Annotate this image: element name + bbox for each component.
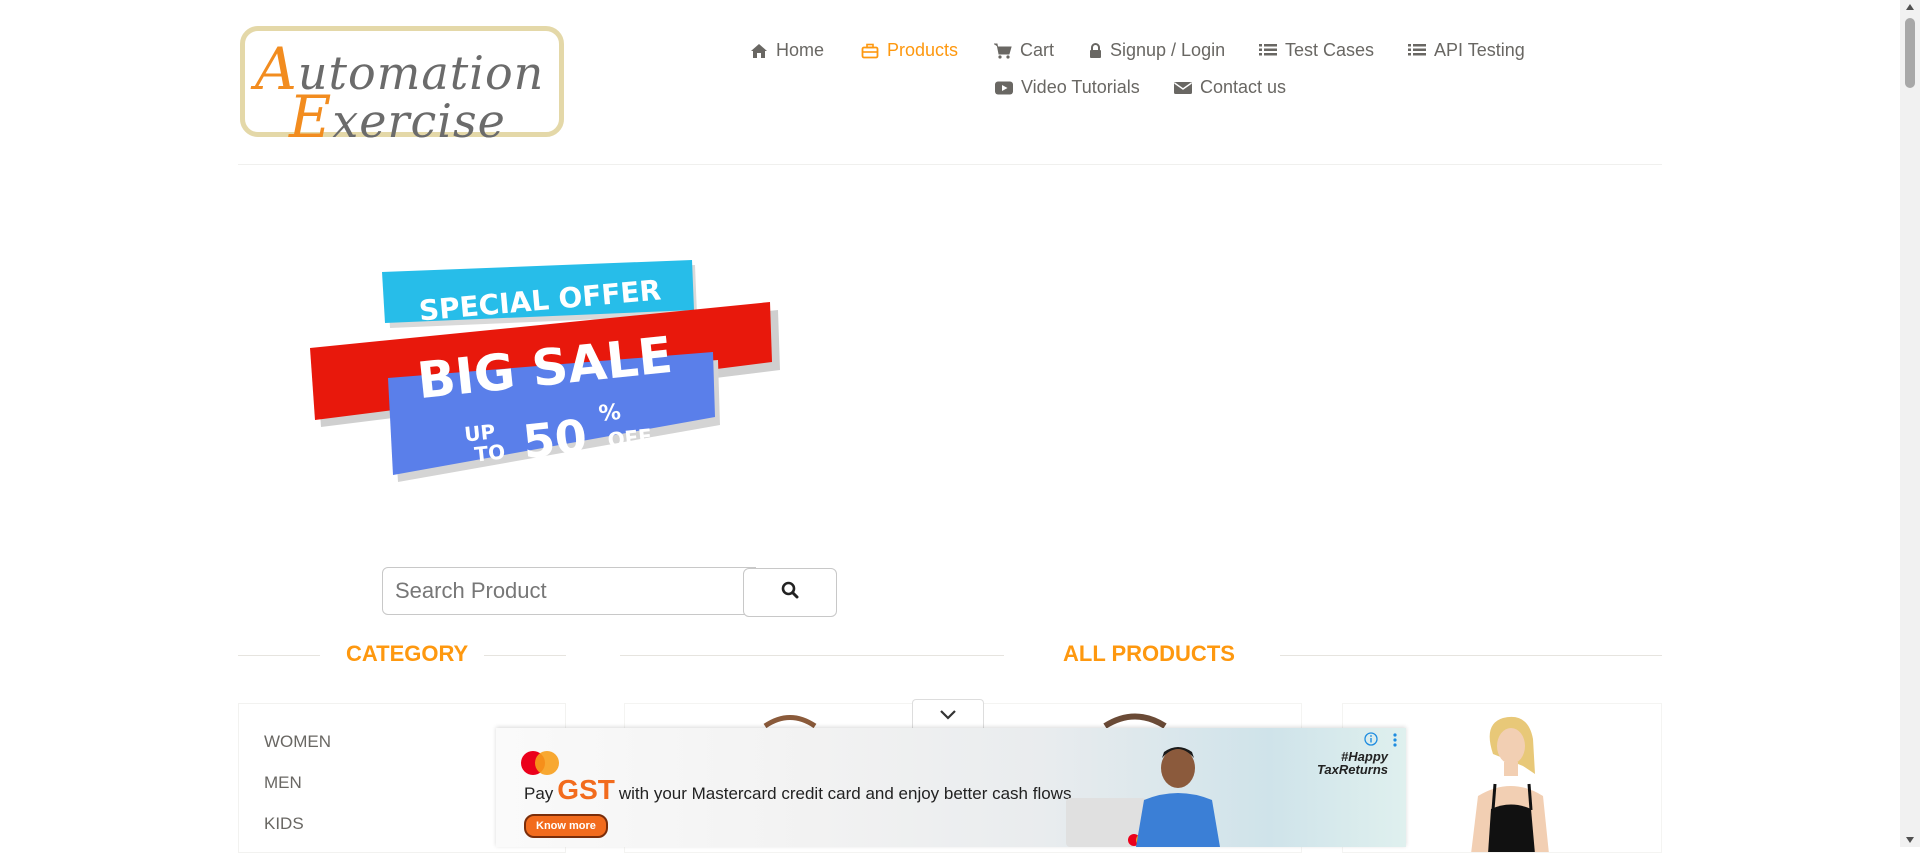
chevron-down-icon	[939, 708, 957, 726]
home-icon	[750, 43, 768, 59]
category-kids[interactable]: KIDS	[264, 814, 304, 834]
category-title-line-right	[484, 655, 566, 656]
category-men[interactable]: MEN	[264, 773, 302, 793]
site-logo[interactable]: Automation Exercise	[240, 26, 564, 151]
ad-banner[interactable]: Pay GST with your Mastercard credit card a…	[496, 728, 1406, 847]
nav-home[interactable]: Home	[750, 40, 824, 61]
sale-off-text: OFF	[606, 424, 653, 453]
youtube-icon	[995, 80, 1013, 96]
ad-more-options-icon[interactable]	[1392, 732, 1398, 753]
ad-person-image	[1066, 747, 1220, 847]
header-divider	[238, 164, 1662, 165]
ad-hashtag: #Happy TaxReturns	[1316, 749, 1388, 777]
category-title: CATEGORY	[346, 641, 469, 666]
ad-headline: Pay GST with your Mastercard credit card a…	[524, 774, 1072, 805]
ad-know-more-button[interactable]: Know more	[524, 814, 608, 838]
sale-percent-sign: %	[598, 400, 623, 427]
scroll-down-icon	[1906, 837, 1914, 843]
list-icon	[1408, 43, 1426, 59]
products-title-line-right	[1280, 655, 1662, 656]
scrollbar-thumb[interactable]	[1905, 18, 1915, 88]
nav-video-tutorials[interactable]: Video Tutorials	[995, 77, 1140, 98]
products-title-line-left	[620, 655, 1004, 656]
nav-products[interactable]: Products	[861, 40, 958, 61]
search-icon	[781, 581, 799, 604]
briefcase-icon	[861, 43, 879, 59]
sale-banner: SPECIAL OFFER BIG SALE UP TO 50 % OFF	[300, 260, 800, 490]
search-input[interactable]	[382, 567, 756, 615]
sale-percent-text: 50	[520, 409, 589, 469]
scroll-up-icon	[1906, 4, 1914, 10]
category-title-line-left	[238, 655, 320, 656]
envelope-icon	[1174, 80, 1192, 96]
nav-cart[interactable]: Cart	[994, 40, 1054, 61]
search-button[interactable]	[743, 568, 837, 617]
lock-icon	[1089, 42, 1102, 59]
nav-test-cases[interactable]: Test Cases	[1259, 40, 1374, 61]
nav-contact-us[interactable]: Contact us	[1174, 77, 1286, 98]
all-products-title: ALL PRODUCTS	[1063, 641, 1235, 666]
nav-api-testing[interactable]: API Testing	[1408, 40, 1525, 61]
ad-info-icon[interactable]	[1364, 732, 1378, 751]
sale-to-text: TO	[473, 439, 506, 466]
list-icon	[1259, 43, 1277, 59]
category-women[interactable]: WOMEN	[264, 732, 331, 752]
page-scrollbar[interactable]	[1900, 0, 1920, 847]
cart-icon	[994, 43, 1012, 59]
logo-line-2: Exercise	[289, 83, 506, 151]
nav-signup-login[interactable]: Signup / Login	[1089, 40, 1225, 61]
